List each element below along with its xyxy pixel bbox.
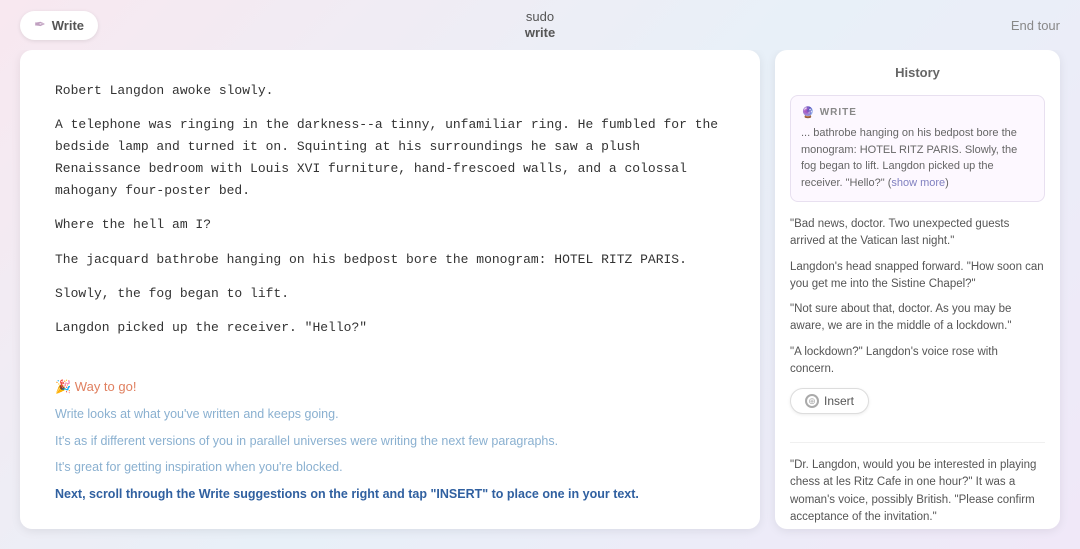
header: ✒ Write sudo write End tour [0,0,1080,50]
first-dialogue-block: "Bad news, doctor. Two unexpected guests… [790,212,1045,414]
write-button[interactable]: ✒ Write [20,11,98,40]
feature-item-2: It's as if different versions of you in … [55,432,725,451]
dialogue-line-4: "A lockdown?" Langdon's voice rose with … [790,340,1045,383]
show-more-link[interactable]: show more [891,177,945,189]
paragraph-5: Slowly, the fog began to lift. [55,283,725,305]
paragraph-2: A telephone was ringing in the darkness-… [55,114,725,202]
app-title: sudo write [525,9,555,40]
paragraph-4: The jacquard bathrobe hanging on his bed… [55,249,725,271]
write-badge: 🔮 WRITE [801,106,1034,119]
write-section: 🔮 WRITE ... bathrobe hanging on his bedp… [790,95,1045,202]
main-content: Robert Langdon awoke slowly. A telephone… [0,50,1080,549]
pen-icon: ✒ [34,17,46,34]
dialogue-line-1: "Bad news, doctor. Two unexpected guests… [790,212,1045,255]
paragraph-1: Robert Langdon awoke slowly. [55,80,725,102]
history-panel[interactable]: History 🔮 WRITE ... bathrobe hanging on … [775,50,1060,529]
paragraph-6: Langdon picked up the receiver. "Hello?" [55,317,725,339]
end-tour-button[interactable]: End tour [1011,18,1060,33]
paragraph-3: Where the hell am I? [55,214,725,236]
insert-icon-1: ⊕ [805,394,819,408]
feature-item-1: Write looks at what you've written and k… [55,405,725,424]
editor-text: Robert Langdon awoke slowly. A telephone… [55,80,725,339]
feature-list: Write looks at what you've written and k… [55,405,725,504]
dialogue-line-5: "Dr. Langdon, would you be interested in… [790,453,1045,529]
dialogue-line-2: Langdon's head snapped forward. "How soo… [790,255,1045,298]
editor-panel[interactable]: Robert Langdon awoke slowly. A telephone… [20,50,760,529]
dialogue-line-3: "Not sure about that, doctor. As you may… [790,297,1045,340]
feature-item-3: It's great for getting inspiration when … [55,458,725,477]
write-icon: 🔮 [801,106,815,119]
feature-item-4: Next, scroll through the Write suggestio… [55,485,725,504]
write-label: Write [52,18,84,33]
second-dialogue-block: "Dr. Langdon, would you be interested in… [790,442,1045,529]
history-title: History [790,65,1045,80]
write-badge-label: WRITE [820,107,857,118]
insert-button-1[interactable]: ⊕ Insert [790,388,869,414]
write-excerpt: ... bathrobe hanging on his bedpost bore… [801,125,1034,191]
feature-title: 🎉 Way to go! [55,379,725,395]
feature-section: 🎉 Way to go! Write looks at what you've … [55,369,725,504]
